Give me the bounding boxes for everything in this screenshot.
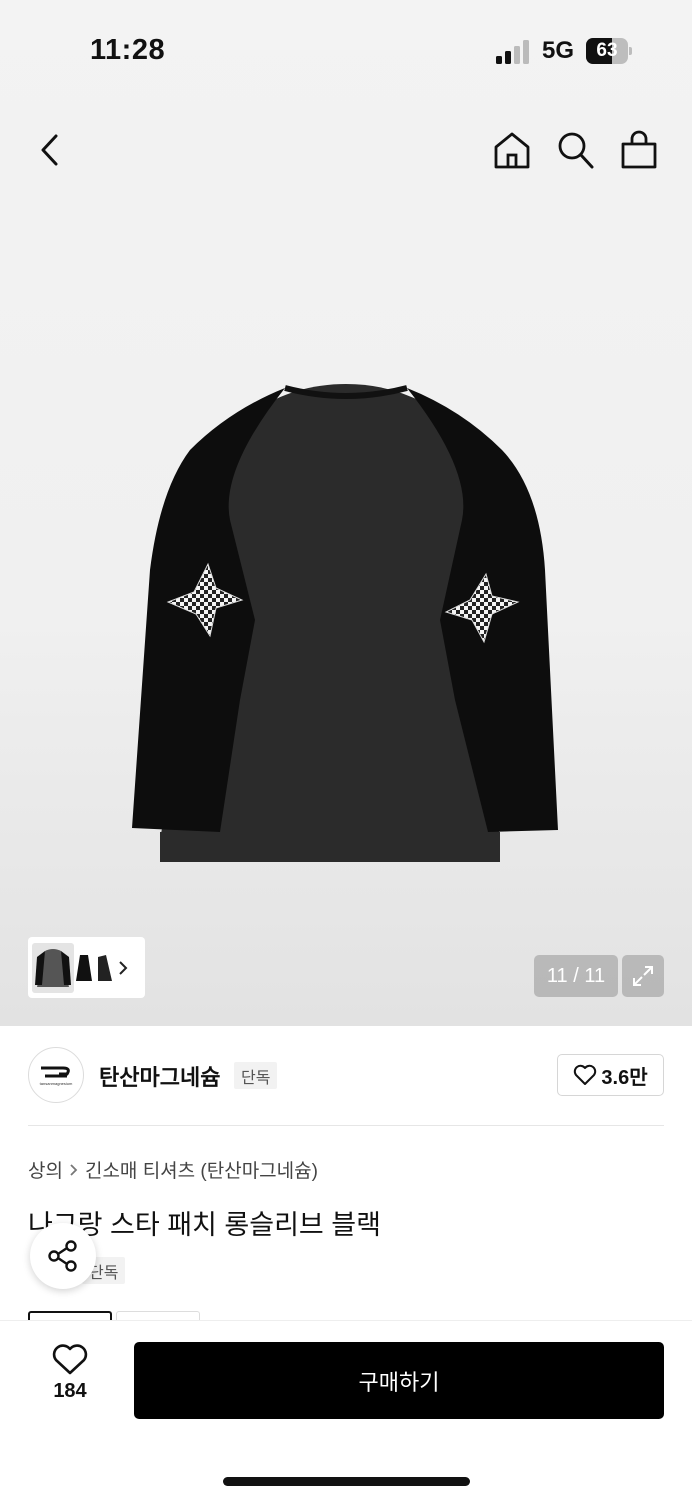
expand-button[interactable]	[622, 955, 664, 997]
thumbnail-image	[98, 954, 112, 981]
wishlist-count: 184	[53, 1380, 87, 1402]
brand-like-button[interactable]: 3.6만	[557, 1054, 664, 1096]
shopping-bag-icon	[621, 130, 657, 169]
home-button[interactable]	[490, 128, 534, 172]
back-icon	[41, 134, 58, 166]
battery-icon: 63	[586, 38, 632, 64]
thumbnail[interactable]	[74, 943, 94, 993]
share-button[interactable]	[30, 1223, 96, 1289]
cellular-signal-icon	[496, 40, 529, 64]
breadcrumb-item[interactable]: 긴소매 티셔츠 (탄산마그네슘)	[85, 1156, 318, 1183]
breadcrumb: 상의 긴소매 티셔츠 (탄산마그네슘)	[28, 1156, 318, 1183]
thumbnail-image	[35, 948, 71, 987]
brand-like-count: 3.6만	[601, 1066, 648, 1089]
back-button[interactable]	[28, 128, 72, 172]
product-gallery[interactable]: 11:28 5G 63 11 / 11	[0, 0, 692, 1026]
heart-icon	[52, 1344, 88, 1375]
brand-logo-mark	[41, 1066, 70, 1078]
thumbnail[interactable]	[94, 943, 114, 993]
search-button[interactable]	[553, 128, 597, 172]
product-image[interactable]	[120, 370, 572, 880]
thumbnail-active[interactable]	[32, 942, 74, 993]
heart-icon	[574, 1064, 597, 1085]
network-type: 5G	[542, 37, 575, 64]
expand-icon	[633, 966, 653, 986]
image-counter: 11 / 11	[534, 955, 618, 997]
cart-button[interactable]	[617, 128, 661, 172]
brand-logo-text: tansanmagnesium	[39, 1081, 73, 1086]
brand-name[interactable]: 탄산마그네슘	[99, 1060, 220, 1092]
divider	[28, 1125, 664, 1126]
battery-level: 63	[596, 40, 618, 61]
wishlist-button[interactable]: 184	[40, 1344, 100, 1414]
exclusive-badge: 단독	[234, 1062, 278, 1089]
home-indicator	[223, 1477, 470, 1486]
buy-button[interactable]: 구매하기	[134, 1342, 664, 1419]
share-icon	[48, 1240, 77, 1272]
thumbnail-image	[76, 954, 92, 981]
brand-logo[interactable]: tansanmagnesium	[28, 1047, 84, 1103]
thumbnail-strip[interactable]	[28, 937, 145, 998]
status-time: 11:28	[90, 34, 166, 66]
home-icon	[494, 132, 530, 169]
breadcrumb-item[interactable]: 상의	[28, 1156, 63, 1183]
chevron-right-icon[interactable]	[118, 960, 128, 976]
search-icon	[558, 132, 594, 169]
chevron-right-icon	[70, 1163, 78, 1176]
